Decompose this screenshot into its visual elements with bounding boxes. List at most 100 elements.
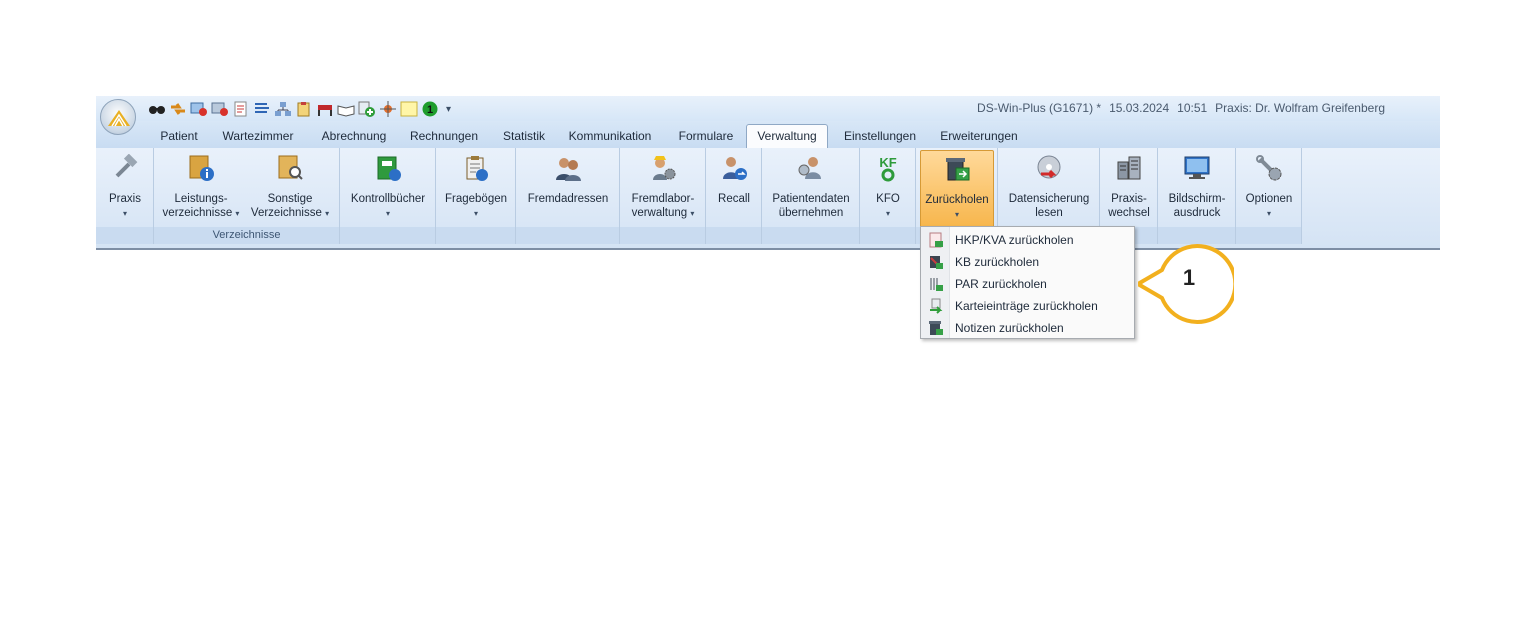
tab-kommunikation[interactable]: Kommunikation bbox=[562, 125, 658, 147]
menu-item-kb[interactable]: KB zurückholen bbox=[921, 251, 1134, 273]
arrows-icon[interactable] bbox=[169, 101, 187, 117]
kfo-button[interactable]: KF KFO ▾ bbox=[864, 150, 912, 228]
frage-group-footer bbox=[436, 227, 515, 244]
kontrollbuecher-button[interactable]: Kontrollbücher ▾ bbox=[344, 150, 432, 228]
kb-restore-icon bbox=[928, 254, 944, 270]
recall-button[interactable]: Recall bbox=[710, 150, 758, 228]
menu-item-hkp-kva[interactable]: HKP/KVA zurückholen bbox=[921, 229, 1134, 251]
menu-item-label: Notizen zurückholen bbox=[955, 321, 1064, 335]
optionen-arrow: ▾ bbox=[1266, 209, 1271, 218]
recall-group-footer bbox=[706, 227, 761, 244]
sonstige-line2: Verzeichnisse bbox=[250, 207, 322, 219]
notes-restore-icon bbox=[928, 320, 944, 336]
bildschirm-line2: ausdruck bbox=[1173, 207, 1221, 219]
group-kontrollbuecher: Kontrollbücher ▾ bbox=[340, 148, 436, 244]
kfo-icon: KF bbox=[874, 154, 902, 182]
add-green-icon[interactable] bbox=[358, 101, 376, 117]
monitor-icon bbox=[1183, 154, 1211, 182]
tab-patient[interactable]: Patient bbox=[154, 125, 204, 147]
people-icon bbox=[554, 154, 582, 182]
fremdadressen-button[interactable]: Fremdadressen bbox=[520, 150, 616, 228]
chair-icon[interactable] bbox=[316, 101, 334, 117]
group-optionen: Optionen ▾ bbox=[1236, 148, 1302, 244]
sonstige-verzeichnisse-button[interactable]: Sonstige Verzeichnisse ▾ bbox=[246, 150, 334, 228]
sonstige-line1: Sonstige bbox=[267, 193, 313, 205]
zurueckholen-dropdown-menu: HKP/KVA zurückholen KB zurückholen PAR z… bbox=[920, 226, 1135, 339]
leistung-arrow: ▾ bbox=[235, 209, 240, 218]
title-text: DS-Win-Plus (G1671) * 15.03.2024 10:51 Prax… bbox=[969, 101, 1385, 115]
hammer-icon bbox=[111, 153, 139, 182]
tab-rechnungen[interactable]: Rechnungen bbox=[406, 125, 482, 147]
tab-verwaltung[interactable]: Verwaltung bbox=[746, 124, 828, 149]
document-red-icon[interactable] bbox=[232, 101, 250, 117]
tab-abrechnung[interactable]: Abrechnung bbox=[314, 125, 394, 147]
title-time: 10:51 bbox=[1177, 101, 1208, 115]
praxiswechsel-line2: wechsel bbox=[1108, 207, 1150, 219]
group-praxis: Praxis ▾ bbox=[96, 148, 154, 244]
qat-more-icon[interactable]: ▾ bbox=[446, 104, 451, 115]
menu-item-label: KB zurückholen bbox=[955, 255, 1040, 269]
window-delete-icon[interactable] bbox=[211, 101, 229, 117]
title-bar: 1 ▾ DS-Win-Plus (G1671) * 15.03.2024 10:51… bbox=[96, 96, 1440, 121]
glasses-icon[interactable] bbox=[148, 101, 166, 117]
optionen-label: Optionen bbox=[1245, 193, 1293, 205]
buildings-icon bbox=[1115, 154, 1143, 182]
application-menu-button[interactable] bbox=[100, 99, 136, 135]
group-verzeichnisse: Leistungs-verzeichnisse ▾ Sonstige Verzei… bbox=[154, 148, 340, 244]
group-fremdadressen: Fremdadressen bbox=[516, 148, 620, 244]
tab-einstellungen[interactable]: Einstellungen bbox=[838, 125, 922, 147]
crosshair-icon[interactable] bbox=[379, 101, 397, 117]
kontroll-label: Kontrollbücher bbox=[350, 193, 426, 205]
book-open-icon[interactable] bbox=[337, 101, 355, 117]
verzeichnisse-group-label: Verzeichnisse bbox=[154, 227, 339, 244]
zurueckholen-button[interactable]: Zurückholen ▾ bbox=[920, 150, 994, 228]
patientendaten-line2: übernehmen bbox=[778, 207, 844, 219]
kontroll-arrow: ▾ bbox=[385, 209, 390, 218]
kontroll-group-footer bbox=[340, 227, 435, 244]
bildschirmausdruck-button[interactable]: Bildschirm-ausdruck bbox=[1162, 150, 1232, 228]
tab-formulare[interactable]: Formulare bbox=[672, 125, 740, 147]
trash-restore-icon bbox=[943, 155, 971, 183]
network-icon[interactable] bbox=[274, 101, 292, 117]
quick-access-toolbar: 1 ▾ bbox=[148, 100, 451, 118]
kfo-arrow: ▾ bbox=[885, 209, 890, 218]
svg-text:1: 1 bbox=[427, 104, 433, 116]
group-kfo: KF KFO ▾ bbox=[860, 148, 916, 244]
patientendaten-uebernehmen-button[interactable]: Patientendaten übernehmen bbox=[766, 150, 856, 228]
frageboegen-button[interactable]: Fragebögen ▾ bbox=[440, 150, 512, 228]
fremdlaborverwaltung-button[interactable]: Fremdlabor-verwaltung ▾ bbox=[624, 150, 702, 228]
svg-text:KF: KF bbox=[879, 155, 896, 170]
recall-label: Recall bbox=[718, 193, 750, 205]
praxis-group-footer bbox=[96, 227, 153, 244]
folder-info-icon bbox=[187, 154, 215, 182]
clipboard-icon[interactable] bbox=[295, 101, 313, 117]
praxiswechsel-button[interactable]: Praxis-wechsel bbox=[1104, 150, 1154, 228]
ribbon: Praxis ▾ Leistungs-verzeichnisse ▾ Sonsti… bbox=[96, 148, 1440, 250]
green-one-icon[interactable]: 1 bbox=[421, 101, 439, 117]
menu-item-notizen[interactable]: Notizen zurückholen bbox=[921, 317, 1134, 339]
menu-item-label: PAR zurückholen bbox=[955, 277, 1047, 291]
window-cancel-icon[interactable] bbox=[190, 101, 208, 117]
green-book-icon bbox=[374, 154, 402, 182]
menu-item-par[interactable]: PAR zurückholen bbox=[921, 273, 1134, 295]
menu-item-karteieintraege[interactable]: Karteieinträge zurückholen bbox=[921, 295, 1134, 317]
datensicherung-lesen-button[interactable]: Datensicherung lesen bbox=[1002, 150, 1096, 228]
fremdlabor-line1: Fremdlabor- bbox=[631, 193, 695, 205]
group-patientendaten: Patientendaten übernehmen bbox=[762, 148, 860, 244]
person-import-icon bbox=[797, 154, 825, 182]
tab-wartezimmer[interactable]: Wartezimmer bbox=[214, 125, 302, 147]
tab-statistik[interactable]: Statistik bbox=[496, 125, 552, 147]
datensicherung-line1: Datensicherung bbox=[1008, 193, 1090, 205]
leistungsverzeichnisse-button[interactable]: Leistungs-verzeichnisse ▾ bbox=[158, 150, 244, 228]
frage-arrow: ▾ bbox=[473, 209, 478, 218]
blue-lines-icon[interactable] bbox=[253, 101, 271, 117]
application-window: 1 ▾ DS-Win-Plus (G1671) * 15.03.2024 10:51… bbox=[96, 96, 1440, 250]
sticky-note-icon[interactable] bbox=[400, 101, 418, 117]
tab-erweiterungen[interactable]: Erweiterungen bbox=[934, 125, 1024, 147]
praxis-button[interactable]: Praxis ▾ bbox=[98, 150, 152, 228]
frage-label: Fragebögen bbox=[444, 193, 508, 205]
optionen-button[interactable]: Optionen ▾ bbox=[1240, 150, 1298, 228]
app-title: DS-Win-Plus (G1671) * bbox=[977, 101, 1102, 115]
praxiswechsel-line1: Praxis- bbox=[1111, 193, 1147, 205]
file-entry-restore-icon bbox=[928, 298, 944, 314]
